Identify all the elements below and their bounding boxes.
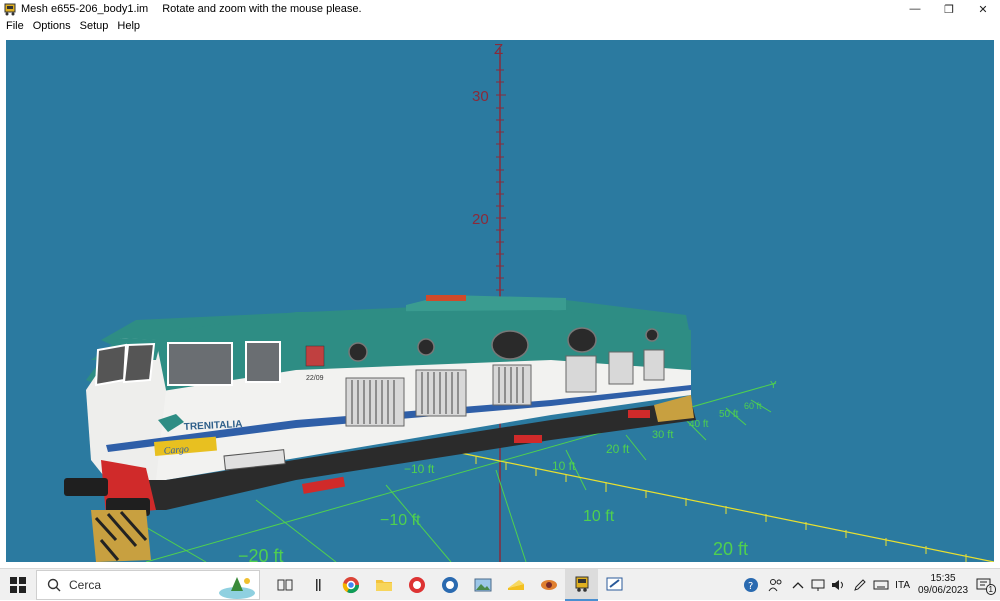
y-axis-label: Y [770, 380, 777, 391]
windows-start-button[interactable] [0, 569, 36, 601]
pen-icon [854, 579, 866, 591]
loco-number: 22/09 [306, 375, 324, 382]
close-button[interactable]: ✕ [966, 0, 1000, 18]
people-tray-button[interactable] [767, 577, 785, 593]
search-icon [47, 578, 61, 591]
file-explorer-button[interactable] [367, 569, 400, 601]
z-tick-30: 30 [472, 88, 489, 105]
paint-app-button[interactable] [598, 569, 631, 601]
clock-time: 15:35 [930, 573, 956, 584]
task-view-icon [277, 579, 292, 590]
divider-bars-icon [315, 578, 320, 591]
photo-viewer-button[interactable] [466, 569, 499, 601]
taskbar-search-box[interactable]: Cerca [36, 569, 260, 600]
loco-plate [305, 345, 325, 367]
chrome-icon [342, 576, 359, 593]
widgets-button[interactable] [301, 569, 334, 601]
clock-date: 09/06/2023 [917, 585, 969, 596]
show-hidden-icons-button[interactable] [791, 580, 805, 590]
loco-side-window-2 [245, 341, 281, 383]
menu-help[interactable]: Help [117, 20, 140, 32]
system-tray: ? ITA 15:35 09/06/2023 1 [740, 569, 1000, 601]
network-tray-button[interactable] [811, 578, 825, 592]
taskbar: Cerca ? ITA 15:35 09/06/2023 1 [0, 568, 1000, 601]
task-view-button[interactable] [268, 569, 301, 601]
ccleaner-button[interactable] [400, 569, 433, 601]
people-icon [768, 579, 782, 592]
cargo-badge-text: Cargo [163, 444, 189, 457]
photo-viewer-icon [474, 578, 491, 591]
grid-label-pos10-near: 10 ft [552, 459, 576, 473]
grid-label-neg10-near: −10 ft [404, 462, 435, 476]
grid-label-y60: 60 ft [744, 401, 762, 411]
minimize-button[interactable]: — [898, 0, 932, 18]
blue-circle-app-icon [441, 576, 458, 593]
loco-buffer-left [64, 478, 108, 496]
loco-step-1 [302, 476, 346, 494]
folder-icon [375, 579, 392, 591]
notification-count-badge: 1 [985, 584, 996, 595]
restore-button[interactable]: ❐ [932, 0, 966, 18]
mesh-viewport[interactable]: Z 30 20 −10 ft −10 ft 10 ft 10 ft 20 ft … [6, 40, 994, 562]
svg-text:?: ? [748, 581, 753, 592]
eye-icon [540, 579, 557, 590]
speaker-icon [832, 580, 844, 590]
locomotive-app-icon [4, 3, 16, 16]
mesh-viewer-button[interactable] [565, 568, 598, 601]
loco-windshield-left [94, 343, 128, 387]
title-bar: Mesh e655-206_body1.im Rotate and zoom w… [0, 0, 1000, 18]
grid-label-pos10-far: 10 ft [583, 508, 615, 525]
screen-edit-icon [606, 577, 622, 590]
loco-step-2 [514, 435, 542, 443]
z-axis-ticks [496, 69, 506, 291]
clock[interactable]: 15:35 09/06/2023 [913, 573, 973, 597]
chrome-button[interactable] [334, 569, 367, 601]
menu-setup[interactable]: Setup [80, 20, 109, 32]
z-axis-label: Z [494, 41, 503, 58]
menu-bar: File Options Setup Help [0, 18, 1000, 34]
loco-step-3 [628, 410, 650, 418]
grid-label-y50: 50 ft [719, 409, 739, 420]
grid-label-pos20-far: 20 ft [713, 539, 748, 559]
scene-svg: Z 30 20 −10 ft −10 ft 10 ft 10 ft 20 ft … [64, 41, 994, 562]
window-hint: Rotate and zoom with the mouse please. [162, 3, 362, 15]
loco-side-window-1 [167, 342, 233, 386]
grid-label-y30: 30 ft [652, 429, 673, 441]
windows-logo-icon [10, 576, 26, 593]
network-icon [811, 579, 825, 591]
cheese-app-button[interactable] [499, 569, 532, 601]
eye-app-button[interactable] [532, 569, 565, 601]
help-icon: ? [744, 578, 759, 592]
grid-label-neg10-far: −10 ft [380, 512, 421, 529]
chevron-up-icon [792, 582, 804, 589]
keyboard-icon [873, 580, 889, 590]
loco-windshield-right [122, 342, 156, 384]
z-tick-20: 20 [472, 211, 489, 228]
keyboard-tray-button[interactable] [873, 579, 889, 591]
menu-options[interactable]: Options [33, 20, 71, 32]
app-blue-circle-button[interactable] [433, 569, 466, 601]
cheese-icon [507, 579, 524, 590]
window-title: Mesh e655-206_body1.im [21, 3, 149, 15]
pen-tray-button[interactable] [853, 578, 867, 592]
help-tray-button[interactable]: ? [743, 577, 761, 593]
loco-roof-detail [426, 295, 466, 301]
notifications-button[interactable]: 1 [976, 577, 996, 595]
language-indicator[interactable]: ITA [895, 580, 910, 591]
locomotive-icon [575, 576, 588, 592]
grid-label-pos20-near: 20 ft [606, 442, 630, 456]
volume-tray-button[interactable] [831, 578, 847, 592]
search-highlight-image-icon [219, 576, 255, 599]
ccleaner-icon [408, 576, 425, 593]
grid-label-y40: 40 ft [689, 419, 709, 430]
menu-file[interactable]: File [6, 20, 24, 32]
search-placeholder: Cerca [69, 577, 102, 592]
grid-label-neg20: −20 ft [238, 546, 284, 562]
